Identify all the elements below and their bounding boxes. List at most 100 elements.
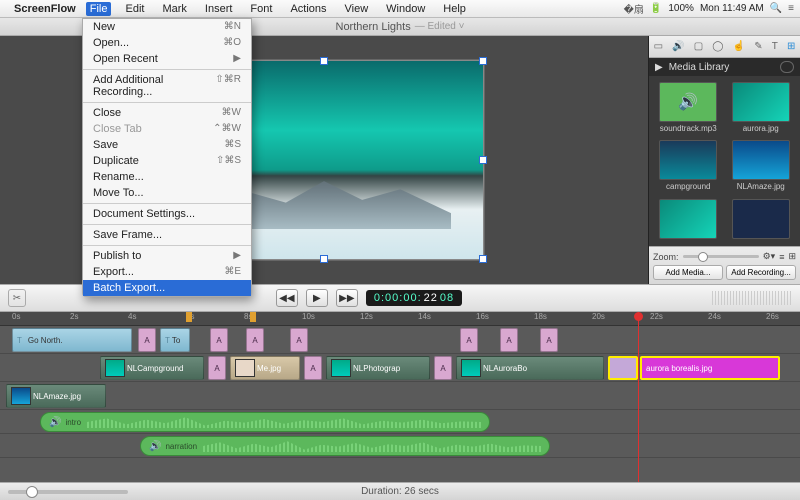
clip-me[interactable]: Me.jpg [230, 356, 300, 380]
timecode-display[interactable]: 0:00:00:2208 [366, 290, 462, 306]
menu-doc-settings[interactable]: Document Settings... [83, 206, 251, 222]
menu-view[interactable]: View [341, 2, 373, 16]
gear-icon[interactable]: ⚙▾ [763, 251, 776, 262]
audio-clip-narration[interactable]: 🔊narration [140, 436, 550, 456]
media-item-campground[interactable]: campground [655, 140, 722, 192]
zoom-slider[interactable] [683, 255, 759, 258]
menu-new[interactable]: New⌘N [83, 19, 251, 35]
menu-rename[interactable]: Rename... [83, 169, 251, 185]
media-item-aurora[interactable]: aurora.jpg [728, 82, 795, 134]
rewind-button[interactable]: ◀◀ [276, 289, 298, 307]
track-audio-2[interactable]: 🔊narration [0, 434, 800, 458]
document-state: — Edited ˅ [415, 21, 465, 32]
clip-nlcampground[interactable]: NLCampground [100, 356, 204, 380]
menu-move-to[interactable]: Move To... [83, 185, 251, 201]
list-view-icon[interactable]: ≡ [779, 252, 784, 262]
clip-aurora-borealis-selected[interactable]: aurora borealis.jpg [640, 356, 780, 380]
clip-nlphotograph[interactable]: NLPhotograp [326, 356, 430, 380]
tab-text-icon[interactable]: T [770, 41, 780, 52]
wifi-icon[interactable]: �扇 [624, 1, 644, 16]
edit-canvas-icon[interactable]: ✂ [8, 289, 26, 307]
track-2[interactable]: NLCampground A Me.jpg A NLPhotograp A NL… [0, 354, 800, 382]
clip-text-6[interactable]: A [500, 328, 518, 352]
resize-handle-e[interactable] [479, 156, 487, 164]
resize-handle-s[interactable] [320, 255, 328, 263]
tab-annotations-icon[interactable]: ✎ [752, 41, 764, 52]
clip-nlaurorabo[interactable]: NLAuroraBo [456, 356, 604, 380]
spotlight-icon[interactable]: 🔍 [770, 3, 782, 14]
marker-2[interactable] [250, 312, 256, 322]
clip-text-5[interactable]: A [460, 328, 478, 352]
tab-video-icon[interactable]: ▭ [652, 41, 665, 52]
clip-text-9[interactable]: A [304, 356, 322, 380]
menu-publish-to[interactable]: Publish to▶ [83, 248, 251, 264]
media-item-soundtrack[interactable]: 🔊soundtrack.mp3 [655, 82, 722, 134]
menu-save-frame[interactable]: Save Frame... [83, 227, 251, 243]
clip-text-2[interactable]: A [210, 328, 228, 352]
media-library-header: ▶ Media Library [649, 58, 800, 76]
media-item-6[interactable] [728, 199, 795, 240]
menu-window[interactable]: Window [382, 2, 429, 16]
menu-duplicate[interactable]: Duplicate⇧⌘S [83, 153, 251, 169]
play-icon[interactable]: ▶ [655, 62, 663, 73]
menu-mark[interactable]: Mark [158, 2, 190, 16]
clip-title-1[interactable]: TGo North. [12, 328, 132, 352]
menu-help[interactable]: Help [439, 2, 470, 16]
menu-font[interactable]: Font [246, 2, 276, 16]
app-name[interactable]: ScreenFlow [14, 3, 76, 15]
timeline-zoom-slider[interactable] [8, 490, 128, 494]
clip-text-10[interactable]: A [434, 356, 452, 380]
clip-selected-adjacent[interactable] [608, 356, 638, 380]
tab-audio-icon[interactable]: 🔊 [670, 41, 686, 52]
menu-batch-export[interactable]: Batch Export... [83, 280, 251, 296]
tab-touch-icon[interactable]: ☝ [731, 41, 747, 52]
clip-nlamaze[interactable]: NLAmaze.jpg [6, 384, 106, 408]
menu-actions[interactable]: Actions [286, 2, 330, 16]
menu-edit[interactable]: Edit [121, 2, 148, 16]
marker-1[interactable] [186, 312, 192, 322]
track-audio-1[interactable]: 🔊intro [0, 410, 800, 434]
play-button[interactable]: ▶ [306, 289, 328, 307]
tab-callout-icon[interactable]: ◯ [710, 41, 725, 52]
search-input[interactable] [780, 61, 794, 73]
menu-insert[interactable]: Insert [201, 2, 237, 16]
tab-screen-icon[interactable]: ▢ [692, 41, 705, 52]
menu-file[interactable]: File [86, 2, 112, 16]
resize-handle-se[interactable] [479, 255, 487, 263]
track-1[interactable]: TGo North. A TTo A A A A A A [0, 326, 800, 354]
battery-icon[interactable]: 🔋 [650, 3, 662, 14]
menu-close-tab: Close Tab⌃⌘W [83, 121, 251, 137]
audio-clip-intro[interactable]: 🔊intro [40, 412, 490, 432]
file-menu-dropdown: New⌘N Open...⌘O Open Recent▶ Add Additio… [82, 18, 252, 297]
resize-handle-ne[interactable] [479, 57, 487, 65]
clip-text-1[interactable]: A [138, 328, 156, 352]
statusbar: Duration: 26 secs [0, 482, 800, 500]
track-3[interactable]: NLAmaze.jpg [0, 382, 800, 410]
add-recording-button[interactable]: Add Recording... [726, 265, 796, 280]
media-item-5[interactable] [655, 199, 722, 240]
inspector-sidebar: ▭ 🔊 ▢ ◯ ☝ ✎ T ⊞ ▶ Media Library 🔊soundtr… [648, 36, 800, 284]
battery-percent: 100% [668, 3, 694, 14]
menu-close[interactable]: Close⌘W [83, 105, 251, 121]
menu-open[interactable]: Open...⌘O [83, 35, 251, 51]
forward-button[interactable]: ▶▶ [336, 289, 358, 307]
menu-save[interactable]: Save⌘S [83, 137, 251, 153]
menu-export[interactable]: Export...⌘E [83, 264, 251, 280]
menu-add-recording[interactable]: Add Additional Recording...⇧⌘R [83, 72, 251, 100]
grid-view-icon[interactable]: ⊞ [788, 251, 796, 262]
clip-text-3[interactable]: A [246, 328, 264, 352]
sidebar-footer: Zoom: ⚙▾ ≡ ⊞ Add Media... Add Recording.… [649, 246, 800, 284]
clip-text-8[interactable]: A [208, 356, 226, 380]
playhead[interactable] [638, 312, 639, 482]
notifications-icon[interactable]: ≡ [788, 3, 794, 14]
menu-open-recent[interactable]: Open Recent▶ [83, 51, 251, 67]
clip-text-7[interactable]: A [540, 328, 558, 352]
add-media-button[interactable]: Add Media... [653, 265, 723, 280]
media-item-nlamaze[interactable]: NLAmaze.jpg [728, 140, 795, 192]
timeline-minimap[interactable] [712, 291, 792, 305]
clip-title-2[interactable]: TTo [160, 328, 190, 352]
timeline-ruler[interactable]: 0s 2s 4s 6s 8s 10s 12s 14s 16s 18s 20s 2… [0, 312, 800, 326]
tab-media-icon[interactable]: ⊞ [785, 41, 797, 52]
clip-text-4[interactable]: A [290, 328, 308, 352]
resize-handle-n[interactable] [320, 57, 328, 65]
